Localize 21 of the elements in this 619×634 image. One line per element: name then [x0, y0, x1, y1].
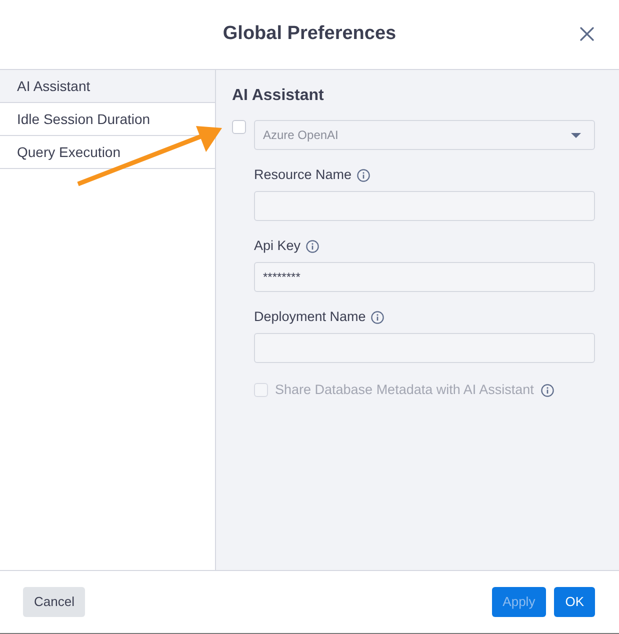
checkbox-label: Share Database Metadata with AI Assistant	[275, 381, 534, 399]
field-label: Deployment Name	[254, 309, 366, 325]
provider-dropdown: Azure OpenAI	[254, 120, 595, 150]
input-field[interactable]	[254, 333, 595, 363]
input-field[interactable]	[254, 191, 595, 221]
field-label: Api Key	[254, 238, 301, 254]
info-icon[interactable]	[306, 240, 319, 252]
enable-checkbox[interactable]	[232, 120, 246, 134]
action-button[interactable]: OK	[554, 587, 595, 617]
close-icon	[580, 27, 594, 41]
dialog-title: Global Preferences	[222, 23, 396, 46]
caret-icon	[571, 132, 581, 138]
close-button[interactable]	[580, 27, 594, 41]
cancel-button[interactable]: Cancel	[23, 587, 86, 617]
field-label: Resource Name	[254, 167, 352, 183]
info-icon[interactable]	[370, 310, 384, 324]
info-icon[interactable]	[540, 384, 554, 397]
info-icon[interactable]	[356, 168, 370, 182]
input-field[interactable]: ********	[254, 262, 595, 292]
section-heading: AI Assistant	[232, 86, 324, 105]
sidebar-item[interactable]: AI Assistant	[0, 70, 215, 103]
